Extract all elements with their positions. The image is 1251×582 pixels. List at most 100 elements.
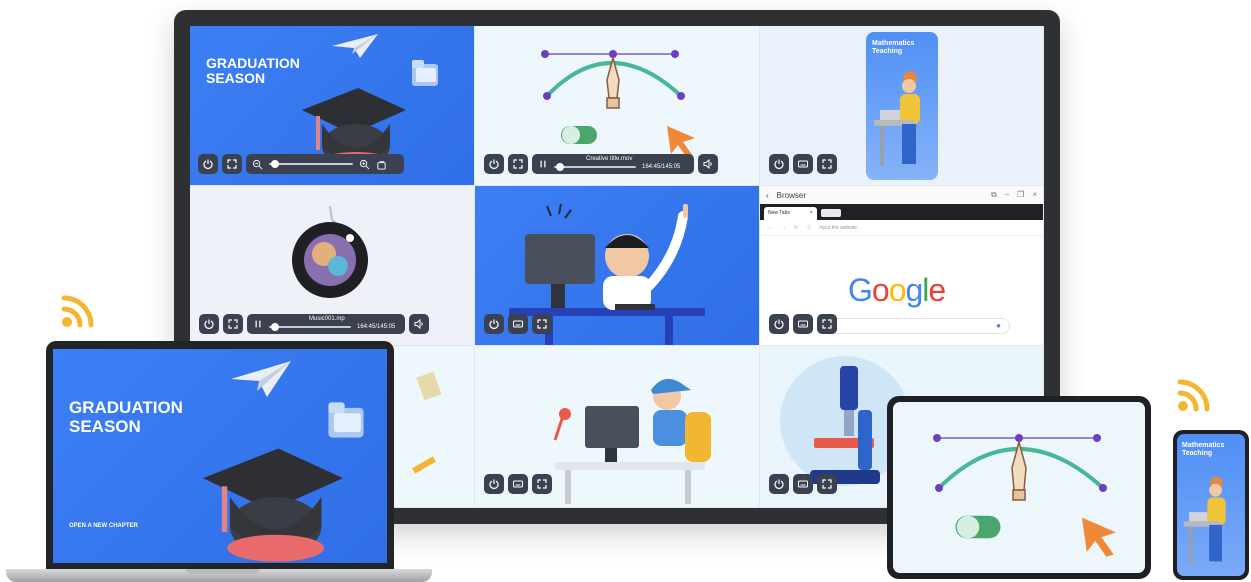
music-progress-knob[interactable]: [271, 323, 279, 331]
zoom-slider[interactable]: [269, 160, 353, 168]
keyboard-button[interactable]: [508, 474, 528, 494]
keyboard-icon: [798, 480, 808, 488]
fullscreen-icon: [513, 159, 523, 169]
developer-illustration: [553, 378, 711, 504]
teacher-illustration: [1183, 476, 1226, 564]
music-player-bar[interactable]: Music001.mp 164:45/145:05: [247, 314, 405, 334]
fullscreen-button[interactable]: [222, 154, 242, 174]
wifi-icon: [61, 295, 94, 328]
power-button[interactable]: [484, 314, 504, 334]
volume-icon: [703, 158, 712, 170]
laptop-screen: GRADUATION SEASON OPEN A NEW CHAPTER: [53, 349, 387, 563]
nav-forward-icon[interactable]: →: [781, 225, 786, 231]
pause-icon[interactable]: [253, 319, 263, 329]
fullscreen-button[interactable]: [532, 314, 552, 334]
video-player-bar[interactable]: Creative title.mov 164:45/145:05: [532, 154, 694, 174]
window-icon[interactable]: ⧉: [991, 190, 997, 200]
paper-plane-icon: [231, 361, 291, 397]
tile-developer[interactable]: [475, 346, 760, 508]
title-line-1: Mathematics: [1182, 442, 1225, 449]
volume-button[interactable]: [698, 154, 718, 174]
folder-icon: [412, 60, 438, 86]
fullscreen-icon: [228, 319, 238, 329]
fullscreen-button[interactable]: [223, 314, 243, 334]
tile-browser[interactable]: ‹ Browser ⧉ – ❐ × New Tabs × ← → ↻ ⓘ Inp…: [760, 186, 1044, 346]
music-disc-illustration: [292, 205, 368, 298]
fullscreen-button[interactable]: [817, 314, 837, 334]
title-line-1: Mathematics: [872, 40, 915, 47]
tab-close-icon[interactable]: ×: [810, 210, 813, 217]
new-tab-button[interactable]: [820, 209, 841, 217]
back-icon[interactable]: ‹: [766, 191, 769, 200]
video-time: 164:45/145:05: [642, 164, 681, 170]
power-button[interactable]: [484, 154, 504, 174]
power-button[interactable]: [769, 314, 789, 334]
power-icon: [774, 159, 784, 169]
keyboard-button[interactable]: [793, 154, 813, 174]
keyboard-button[interactable]: [508, 314, 528, 334]
refresh-icon[interactable]: ↻: [794, 225, 798, 231]
laptop-title: GRADUATION SEASON: [69, 398, 183, 436]
power-button[interactable]: [769, 474, 789, 494]
teacher-illustration: [874, 71, 920, 166]
browser-app-title: Browser: [776, 190, 807, 200]
zoom-slider-knob[interactable]: [271, 160, 279, 168]
scene: GRADUATION SEASON Creative title.mov 164…: [0, 0, 1251, 582]
power-button[interactable]: [769, 154, 789, 174]
pen-tool-illustration: [541, 50, 685, 109]
fullscreen-button[interactable]: [817, 154, 837, 174]
power-icon: [204, 319, 214, 329]
tile-graduation[interactable]: GRADUATION SEASON: [190, 26, 475, 186]
laptop-notch: [186, 569, 260, 574]
fullscreen-button[interactable]: [532, 474, 552, 494]
minimize-icon[interactable]: –: [1005, 190, 1009, 200]
nav-back-icon[interactable]: ←: [768, 225, 773, 231]
power-icon: [489, 319, 499, 329]
fullscreen-icon: [537, 319, 547, 329]
tile-student[interactable]: [475, 186, 760, 346]
power-icon: [774, 319, 784, 329]
google-logo: Google: [848, 272, 946, 308]
zoom-control[interactable]: [246, 154, 404, 174]
keyboard-icon: [798, 320, 808, 328]
volume-icon: [414, 318, 423, 330]
mic-icon[interactable]: ●: [996, 321, 1001, 330]
browser-titlebar: ‹ Browser ⧉ – ❐ ×: [760, 186, 1043, 204]
video-progress-knob[interactable]: [556, 163, 564, 171]
math-phone-card: Mathematics Teaching: [866, 32, 938, 180]
cursor-arrow-icon: [1081, 517, 1117, 557]
fullscreen-button[interactable]: [508, 154, 528, 174]
phone: Mathematics Teaching: [1173, 430, 1249, 580]
power-icon: [489, 159, 499, 169]
tile-video[interactable]: Creative title.mov 164:45/145:05: [475, 26, 760, 186]
fullscreen-icon: [822, 159, 832, 169]
fullscreen-icon: [822, 319, 832, 329]
keyboard-button[interactable]: [793, 314, 813, 334]
fullscreen-button[interactable]: [817, 474, 837, 494]
power-button[interactable]: [484, 474, 504, 494]
tile-music[interactable]: Music001.mp 164:45/145:05: [190, 186, 475, 346]
video-progress[interactable]: [554, 163, 636, 171]
zoom-out-icon[interactable]: [252, 159, 263, 170]
browser-tab[interactable]: New Tabs ×: [764, 207, 817, 220]
power-button[interactable]: [198, 154, 218, 174]
power-button[interactable]: [199, 314, 219, 334]
close-icon[interactable]: ×: [1032, 190, 1037, 200]
zoom-in-icon[interactable]: [359, 159, 370, 170]
tile-mathematics[interactable]: Mathematics Teaching: [760, 26, 1044, 186]
pause-icon[interactable]: [538, 159, 548, 169]
keyboard-button[interactable]: [793, 474, 813, 494]
tablet: [887, 396, 1151, 579]
browser-urlbar: ← → ↻ ⓘ Input the website: [760, 220, 1043, 236]
laptop-subtitle: OPEN A NEW CHAPTER: [69, 523, 138, 529]
volume-button[interactable]: [409, 314, 429, 334]
power-icon: [203, 159, 213, 169]
title-line-1: GRADUATION: [69, 398, 183, 417]
rotate-icon[interactable]: [376, 159, 387, 170]
restore-icon[interactable]: ❐: [1017, 190, 1024, 200]
fullscreen-icon: [822, 479, 832, 489]
music-progress[interactable]: [269, 323, 351, 331]
title-line-2: SEASON: [206, 70, 266, 87]
url-input[interactable]: Input the website: [819, 225, 857, 231]
google-search-input[interactable]: ●: [820, 318, 1010, 334]
